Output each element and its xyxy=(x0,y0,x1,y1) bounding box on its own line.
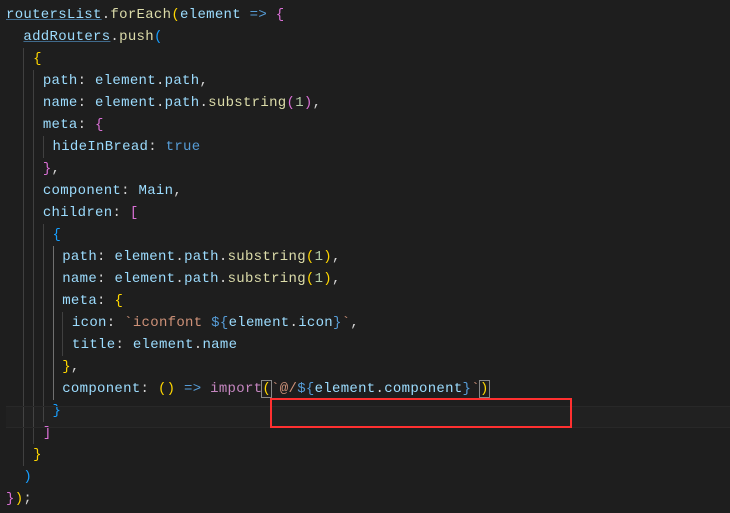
code-line: routersList.forEach(element => { xyxy=(6,4,730,26)
code-line: component: () => import(`@/${element.com… xyxy=(6,378,730,400)
identifier: routersList xyxy=(6,7,102,23)
code-line: addRouters.push( xyxy=(6,26,730,48)
code-line: path: element.path, xyxy=(6,70,730,92)
code-line: hideInBread: true xyxy=(6,136,730,158)
code-editor[interactable]: routersList.forEach(element => { addRout… xyxy=(6,0,730,510)
code-line: } xyxy=(6,444,730,466)
code-line: path: element.path.substring(1), xyxy=(6,246,730,268)
code-line: ) xyxy=(6,466,730,488)
code-line: children: [ xyxy=(6,202,730,224)
code-line: { xyxy=(6,48,730,70)
code-line: component: Main, xyxy=(6,180,730,202)
code-line: ] xyxy=(6,422,730,444)
code-line: }); xyxy=(6,488,730,510)
code-line: name: element.path.substring(1), xyxy=(6,92,730,114)
code-line: { xyxy=(6,224,730,246)
code-line: name: element.path.substring(1), xyxy=(6,268,730,290)
code-line: meta: { xyxy=(6,114,730,136)
code-line: }, xyxy=(6,356,730,378)
code-line: meta: { xyxy=(6,290,730,312)
code-line: title: element.name xyxy=(6,334,730,356)
code-line: icon: `iconfont ${element.icon}`, xyxy=(6,312,730,334)
code-line: } xyxy=(6,400,730,422)
code-line: }, xyxy=(6,158,730,180)
